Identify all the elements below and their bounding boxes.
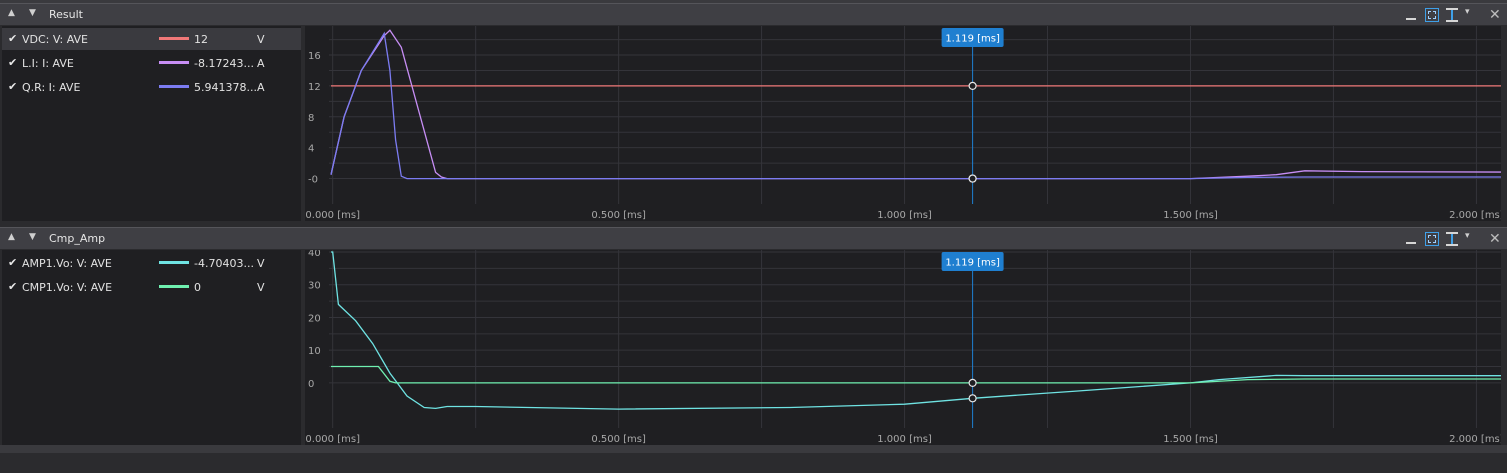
y-tick-label: 20	[308, 313, 321, 324]
x-tick-label: 0.000 [ms]	[305, 434, 360, 445]
bottom-border	[0, 445, 1507, 453]
legend-row[interactable]: ✔ VDC: V: AVE 12 V	[2, 28, 301, 50]
minimize-icon[interactable]	[1403, 7, 1419, 23]
y-tick-label: 12	[308, 82, 321, 93]
scrollbar[interactable]	[1501, 250, 1507, 445]
y-tick-label: 8	[308, 113, 314, 124]
legend-value: 5.941378...	[194, 81, 257, 94]
legend-value: -4.70403...	[194, 257, 254, 270]
x-tick-label: 1.500 [ms]	[1163, 434, 1218, 445]
plot-area[interactable]: -0 4 8 12 16 0.000 [ms] 0.500 [ms] 1.000 [ms] 1.…	[305, 26, 1501, 221]
scrollbar[interactable]	[1501, 26, 1507, 221]
x-tick-label: 0.000 [ms]	[305, 210, 360, 221]
checkbox-icon[interactable]: ✔	[8, 256, 17, 269]
cursor-label: 1.119 [ms]	[945, 34, 1000, 45]
legend-name: L.I: I: AVE	[22, 57, 74, 70]
y-tick-label: 40	[308, 250, 321, 259]
plot-area[interactable]: 0 10 20 30 40 0.000 [ms] 0.500 [ms] 1.000 [ms] 1…	[305, 250, 1501, 445]
graph-panel-result: ▲ ▼ Result ▾ ✕ ✔ VDC: V: AVE 12 V ✔ L.I:…	[0, 3, 1507, 221]
checkbox-icon[interactable]: ✔	[8, 32, 17, 45]
panel-header: ▲ ▼ Result ▾ ✕	[0, 3, 1507, 25]
cursor-marker	[968, 394, 977, 403]
y-tick-label: 4	[308, 144, 314, 155]
y-tick-label: -0	[308, 175, 318, 186]
legend-unit: V	[257, 33, 265, 46]
series-line	[330, 29, 1501, 180]
checkbox-icon[interactable]: ✔	[8, 80, 17, 93]
legend-row[interactable]: ✔ AMP1.Vo: V: AVE -4.70403... V	[2, 252, 301, 274]
cursor-marker	[968, 378, 977, 388]
x-tick-label: 2.000 [ms]	[1449, 210, 1501, 221]
chart-svg[interactable]: 0 10 20 30 40 0.000 [ms] 0.500 [ms] 1.000 [ms] 1…	[305, 250, 1501, 445]
graph-panel-cmp-amp: ▲ ▼ Cmp_Amp ▾ ✕ ✔ AMP1.Vo: V: AVE -4.704…	[0, 227, 1507, 445]
cursor-marker	[968, 174, 977, 183]
panel-toolbar: ▾ ✕	[1403, 230, 1501, 248]
legend-swatch	[159, 85, 189, 88]
legend-swatch	[159, 261, 189, 264]
legend-swatch	[159, 37, 189, 40]
fit-y-icon[interactable]	[1445, 8, 1459, 22]
legend-name: Q.R: I: AVE	[22, 81, 81, 94]
y-tick-label: 10	[308, 346, 321, 357]
legend-name: AMP1.Vo: V: AVE	[22, 257, 112, 270]
panel-title: Result	[49, 8, 83, 21]
cursor-marker	[968, 81, 977, 91]
legend-list: ✔ VDC: V: AVE 12 V ✔ L.I: I: AVE -8.1724…	[2, 26, 301, 221]
x-tick-label: 0.500 [ms]	[591, 210, 646, 221]
x-tick-label: 1.000 [ms]	[877, 210, 932, 221]
fit-y-icon[interactable]	[1445, 232, 1459, 246]
collapse-icon[interactable]: ▲	[8, 232, 15, 242]
legend-row[interactable]: ✔ L.I: I: AVE -8.17243... A	[2, 52, 301, 74]
legend-name: VDC: V: AVE	[22, 33, 89, 46]
legend-unit: V	[257, 257, 265, 270]
y-tick-label: 30	[308, 281, 321, 292]
legend-value: 12	[194, 33, 208, 46]
legend-name: CMP1.Vo: V: AVE	[22, 281, 113, 294]
checkbox-icon[interactable]: ✔	[8, 280, 17, 293]
legend-value: -8.17243...	[194, 57, 254, 70]
panel-toolbar: ▾ ✕	[1403, 6, 1501, 24]
legend-unit: A	[257, 57, 265, 70]
x-tick-label: 0.500 [ms]	[591, 434, 646, 445]
dropdown-icon[interactable]: ▼	[29, 232, 36, 242]
close-icon[interactable]: ✕	[1489, 231, 1501, 247]
panel-title: Cmp_Amp	[49, 232, 106, 245]
chevron-down-icon[interactable]: ▾	[1465, 7, 1473, 23]
checkbox-icon[interactable]: ✔	[8, 56, 17, 69]
legend-list: ✔ AMP1.Vo: V: AVE -4.70403... V ✔ CMP1.V…	[2, 250, 301, 445]
chart-svg[interactable]: -0 4 8 12 16 0.000 [ms] 0.500 [ms] 1.000 [ms] 1.…	[305, 26, 1501, 221]
x-tick-label: 2.000 [ms]	[1449, 434, 1501, 445]
legend-swatch	[159, 61, 189, 64]
y-tick-label: 0	[308, 379, 314, 390]
series-line	[331, 251, 1501, 410]
x-tick-label: 1.000 [ms]	[877, 434, 932, 445]
legend-swatch	[159, 285, 189, 288]
cursor-label: 1.119 [ms]	[945, 258, 1000, 269]
collapse-icon[interactable]: ▲	[8, 8, 15, 18]
legend-row[interactable]: ✔ Q.R: I: AVE 5.941378... A	[2, 76, 301, 98]
close-icon[interactable]: ✕	[1489, 7, 1501, 23]
fit-all-icon[interactable]	[1425, 8, 1439, 22]
fit-all-icon[interactable]	[1425, 232, 1439, 246]
legend-unit: V	[257, 281, 265, 294]
y-tick-label: 16	[308, 51, 321, 62]
panel-header: ▲ ▼ Cmp_Amp ▾ ✕	[0, 227, 1507, 249]
legend-unit: A	[257, 81, 265, 94]
series-line	[331, 365, 1501, 384]
x-tick-label: 1.500 [ms]	[1163, 210, 1218, 221]
dropdown-icon[interactable]: ▼	[29, 8, 36, 18]
legend-value: 0	[194, 281, 201, 294]
chevron-down-icon[interactable]: ▾	[1465, 231, 1473, 247]
legend-row[interactable]: ✔ CMP1.Vo: V: AVE 0 V	[2, 276, 301, 298]
minimize-icon[interactable]	[1403, 231, 1419, 247]
